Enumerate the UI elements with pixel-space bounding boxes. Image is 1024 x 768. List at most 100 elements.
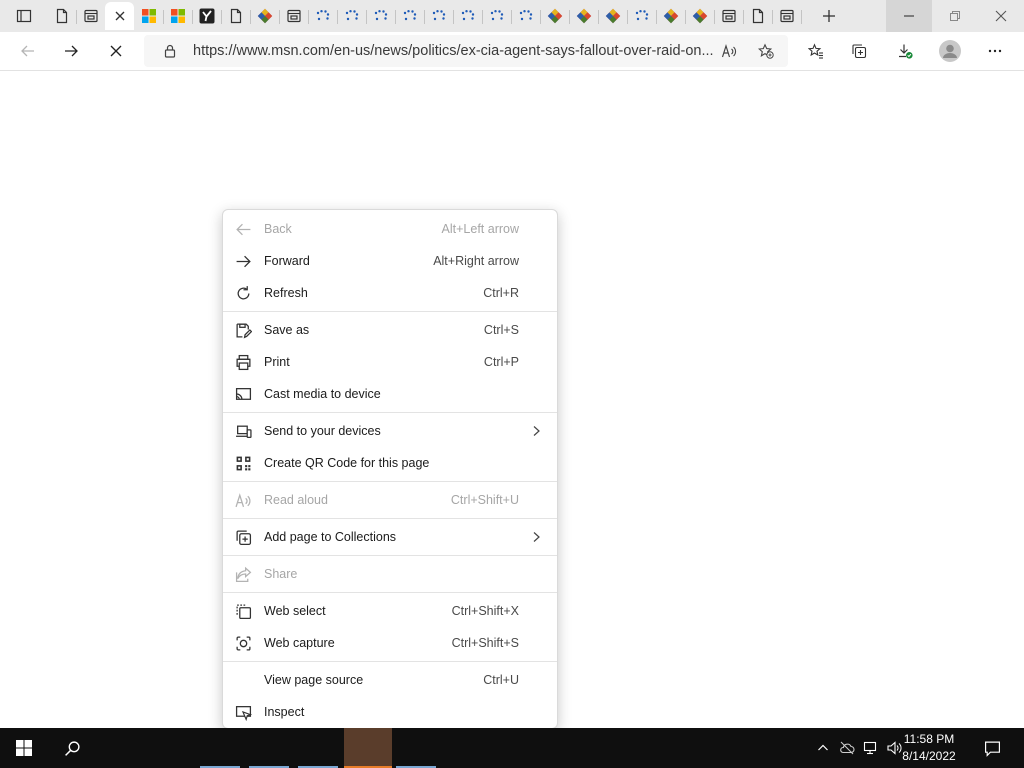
menu-item-add-page-to-collections[interactable]: Add page to Collections [223, 521, 557, 553]
window-icon [83, 9, 98, 23]
close-icon [115, 11, 124, 21]
browser-tab[interactable] [627, 2, 657, 30]
tray-cloud-button[interactable] [836, 728, 858, 768]
notifications-button[interactable] [976, 728, 1008, 768]
menu-item-send-to-your-devices[interactable]: Send to your devices [223, 415, 557, 447]
back-button[interactable] [12, 35, 44, 67]
close-window-button[interactable] [978, 0, 1024, 32]
tab-separator [801, 10, 802, 24]
browser-tab[interactable] [279, 2, 309, 30]
forward-button[interactable] [55, 35, 87, 67]
downloads-button[interactable] [889, 35, 921, 67]
cast-icon [235, 388, 252, 400]
tab-actions-button[interactable] [8, 0, 40, 32]
start-button[interactable] [0, 728, 48, 768]
browser-tab[interactable] [598, 2, 628, 30]
plus-icon [823, 10, 835, 22]
chevron-right-icon [533, 532, 540, 542]
browser-tab[interactable] [47, 2, 77, 30]
menu-item-label: Read aloud [264, 493, 328, 507]
taskbar-app-active[interactable] [344, 728, 392, 768]
browser-tab[interactable] [192, 2, 222, 30]
menu-item-label: Forward [264, 254, 310, 268]
browser-tab[interactable] [772, 2, 802, 30]
address-bar[interactable]: https://www.msn.com/en-us/news/politics/… [144, 35, 788, 67]
dots-loading-icon [635, 10, 648, 21]
menu-separator [223, 661, 557, 662]
menu-item-inspect[interactable]: Inspect [223, 696, 557, 728]
menu-separator [223, 481, 557, 482]
menu-item-refresh[interactable]: Refresh Ctrl+R [223, 277, 557, 309]
browser-tab[interactable] [511, 2, 541, 30]
browser-tab[interactable] [337, 2, 367, 30]
browser-tab[interactable] [743, 2, 773, 30]
taskbar-app[interactable] [249, 728, 297, 768]
browser-tab[interactable] [482, 2, 512, 30]
menu-item-web-capture[interactable]: Web capture Ctrl+Shift+S [223, 627, 557, 659]
more-horizontal-icon [988, 49, 1002, 53]
taskbar-clock[interactable]: 11:58 PM 8/14/2022 [894, 731, 964, 765]
browser-tab[interactable] [569, 2, 599, 30]
browser-tab[interactable] [424, 2, 454, 30]
browser-tab[interactable] [163, 2, 193, 30]
save-as-icon [236, 323, 252, 339]
menu-separator [223, 311, 557, 312]
menu-item-read-aloud[interactable]: Read aloud Ctrl+Shift+U [223, 484, 557, 516]
browser-tab[interactable] [308, 2, 338, 30]
browser-tab[interactable] [366, 2, 396, 30]
settings-more-button[interactable] [979, 35, 1011, 67]
browser-tab[interactable] [76, 2, 106, 30]
browser-tab[interactable] [395, 2, 425, 30]
menu-item-shortcut: Ctrl+R [483, 286, 519, 300]
new-tab-button[interactable] [813, 0, 845, 32]
browser-tab[interactable] [453, 2, 483, 30]
download-complete-icon [899, 44, 913, 59]
menu-item-forward[interactable]: Forward Alt+Right arrow [223, 245, 557, 277]
microsoft-logo-icon [141, 9, 156, 23]
network-button[interactable] [860, 728, 882, 768]
browser-tab[interactable] [714, 2, 744, 30]
browser-tab[interactable] [250, 2, 280, 30]
menu-item-label: Save as [264, 323, 310, 337]
menu-item-web-select[interactable]: Web select Ctrl+Shift+X [223, 595, 557, 627]
add-favorite-button[interactable] [750, 35, 782, 67]
minimize-button[interactable] [886, 0, 932, 32]
menu-item-share[interactable]: Share [223, 558, 557, 590]
taskbar-app[interactable] [200, 728, 248, 768]
dots-loading-icon [432, 10, 445, 21]
browser-tab-active[interactable] [105, 2, 134, 30]
browser-tab[interactable] [656, 2, 686, 30]
browser-tab[interactable] [221, 2, 251, 30]
menu-item-create-qr-code-for-this-page[interactable]: Create QR Code for this page [223, 447, 557, 479]
menu-item-label: Inspect [264, 705, 305, 719]
menu-item-view-page-source[interactable]: View page source Ctrl+U [223, 664, 557, 696]
browser-tab[interactable] [540, 2, 570, 30]
show-hidden-icons-button[interactable] [813, 728, 833, 768]
browser-tab[interactable] [685, 2, 715, 30]
menu-separator [223, 555, 557, 556]
colorful-diamond-icon [576, 8, 591, 24]
close-icon [995, 10, 1007, 22]
minimize-icon [904, 15, 914, 17]
taskbar-app[interactable] [298, 728, 346, 768]
stop-loading-button[interactable] [100, 35, 132, 67]
menu-item-save-as[interactable]: Save as Ctrl+S [223, 314, 557, 346]
search-button[interactable] [48, 728, 96, 768]
menu-item-shortcut: Alt+Right arrow [433, 254, 519, 268]
collections-button[interactable] [843, 35, 875, 67]
profile-button[interactable] [934, 35, 966, 67]
taskbar-app[interactable] [396, 728, 444, 768]
restore-button[interactable] [932, 0, 978, 32]
collections-icon [236, 530, 252, 546]
colorful-diamond-icon [257, 8, 272, 24]
browser-tab[interactable] [134, 2, 164, 30]
read-aloud-toolbar-button[interactable] [713, 35, 745, 67]
inspect-icon [235, 706, 252, 721]
favorites-button[interactable] [800, 35, 832, 67]
menu-item-print[interactable]: Print Ctrl+P [223, 346, 557, 378]
menu-item-cast-media-to-device[interactable]: Cast media to device [223, 378, 557, 410]
colorful-diamond-icon [692, 8, 707, 24]
tab-actions-icon [16, 9, 32, 23]
menu-item-back[interactable]: Back Alt+Left arrow [223, 213, 557, 245]
arrow-right-icon [65, 45, 78, 57]
